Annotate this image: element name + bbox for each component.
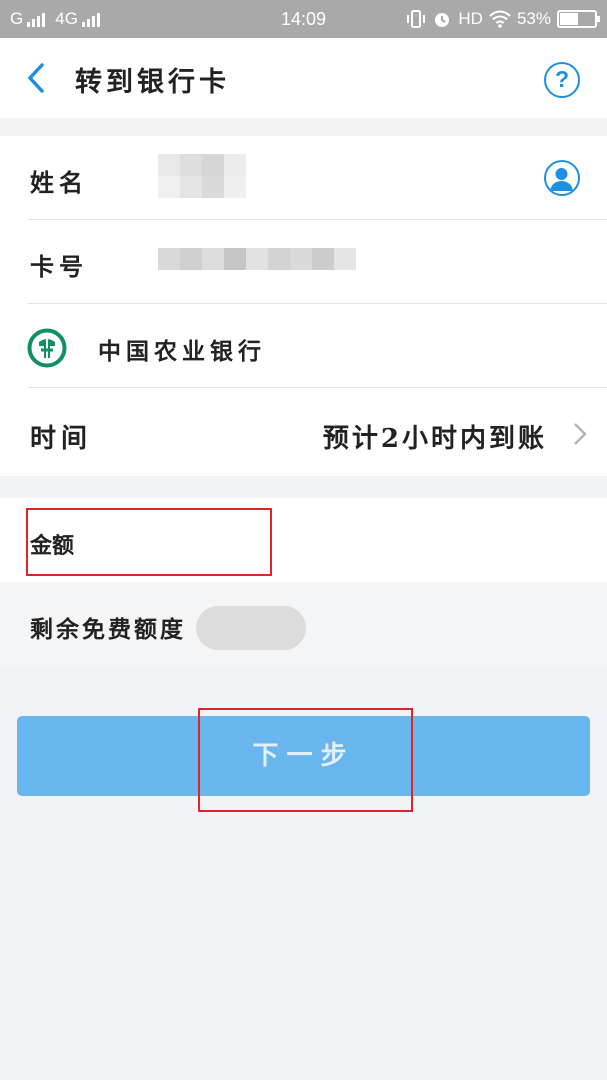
name-label: 姓名 (30, 168, 88, 197)
free-quota-value-redacted (196, 606, 306, 650)
battery-icon (557, 10, 600, 28)
chevron-left-icon[interactable] (22, 60, 52, 96)
time-value: 预计2小时内到账 (322, 424, 547, 454)
page-title: 转到银行卡 (75, 67, 230, 98)
free-quota-row: 剩余免费额度 (0, 582, 607, 666)
hd-label: HD (458, 9, 483, 28)
abc-bank-logo-icon (27, 328, 67, 368)
status-bar: G 4G 14:09 HD 53% (0, 0, 607, 38)
battery-fill (560, 13, 578, 25)
alarm-icon (435, 13, 450, 27)
recipient-card: 姓名 卡号 中国农业银行 时间 预计2小时内到账 (0, 136, 607, 476)
vibrate-icon (407, 10, 426, 28)
wifi-icon (489, 10, 511, 28)
name-value-redacted (158, 154, 246, 198)
bank-name: 中国农业银行 (98, 338, 266, 365)
card-number-label: 卡号 (30, 252, 88, 281)
status-icons: HD 53% (406, 9, 600, 29)
time-label: 时间 (30, 424, 93, 454)
nav-header: 转到银行卡 ? (0, 38, 607, 118)
bank-row: 中国农业银行 (0, 304, 607, 388)
name-row[interactable]: 姓名 (0, 136, 607, 220)
amount-label: 金额 (30, 533, 75, 559)
battery-percent: 53% (516, 9, 551, 28)
arrival-time-row[interactable]: 时间 预计2小时内到账 (0, 388, 607, 476)
question-circle-icon[interactable]: ? (544, 62, 580, 98)
card-number-row[interactable]: 卡号 (0, 220, 607, 304)
chevron-right-icon (574, 423, 587, 445)
card-number-redacted (158, 248, 356, 270)
next-highlight-box (198, 708, 413, 812)
contact-icon[interactable] (544, 160, 580, 196)
free-quota-label: 剩余免费额度 (30, 616, 186, 643)
